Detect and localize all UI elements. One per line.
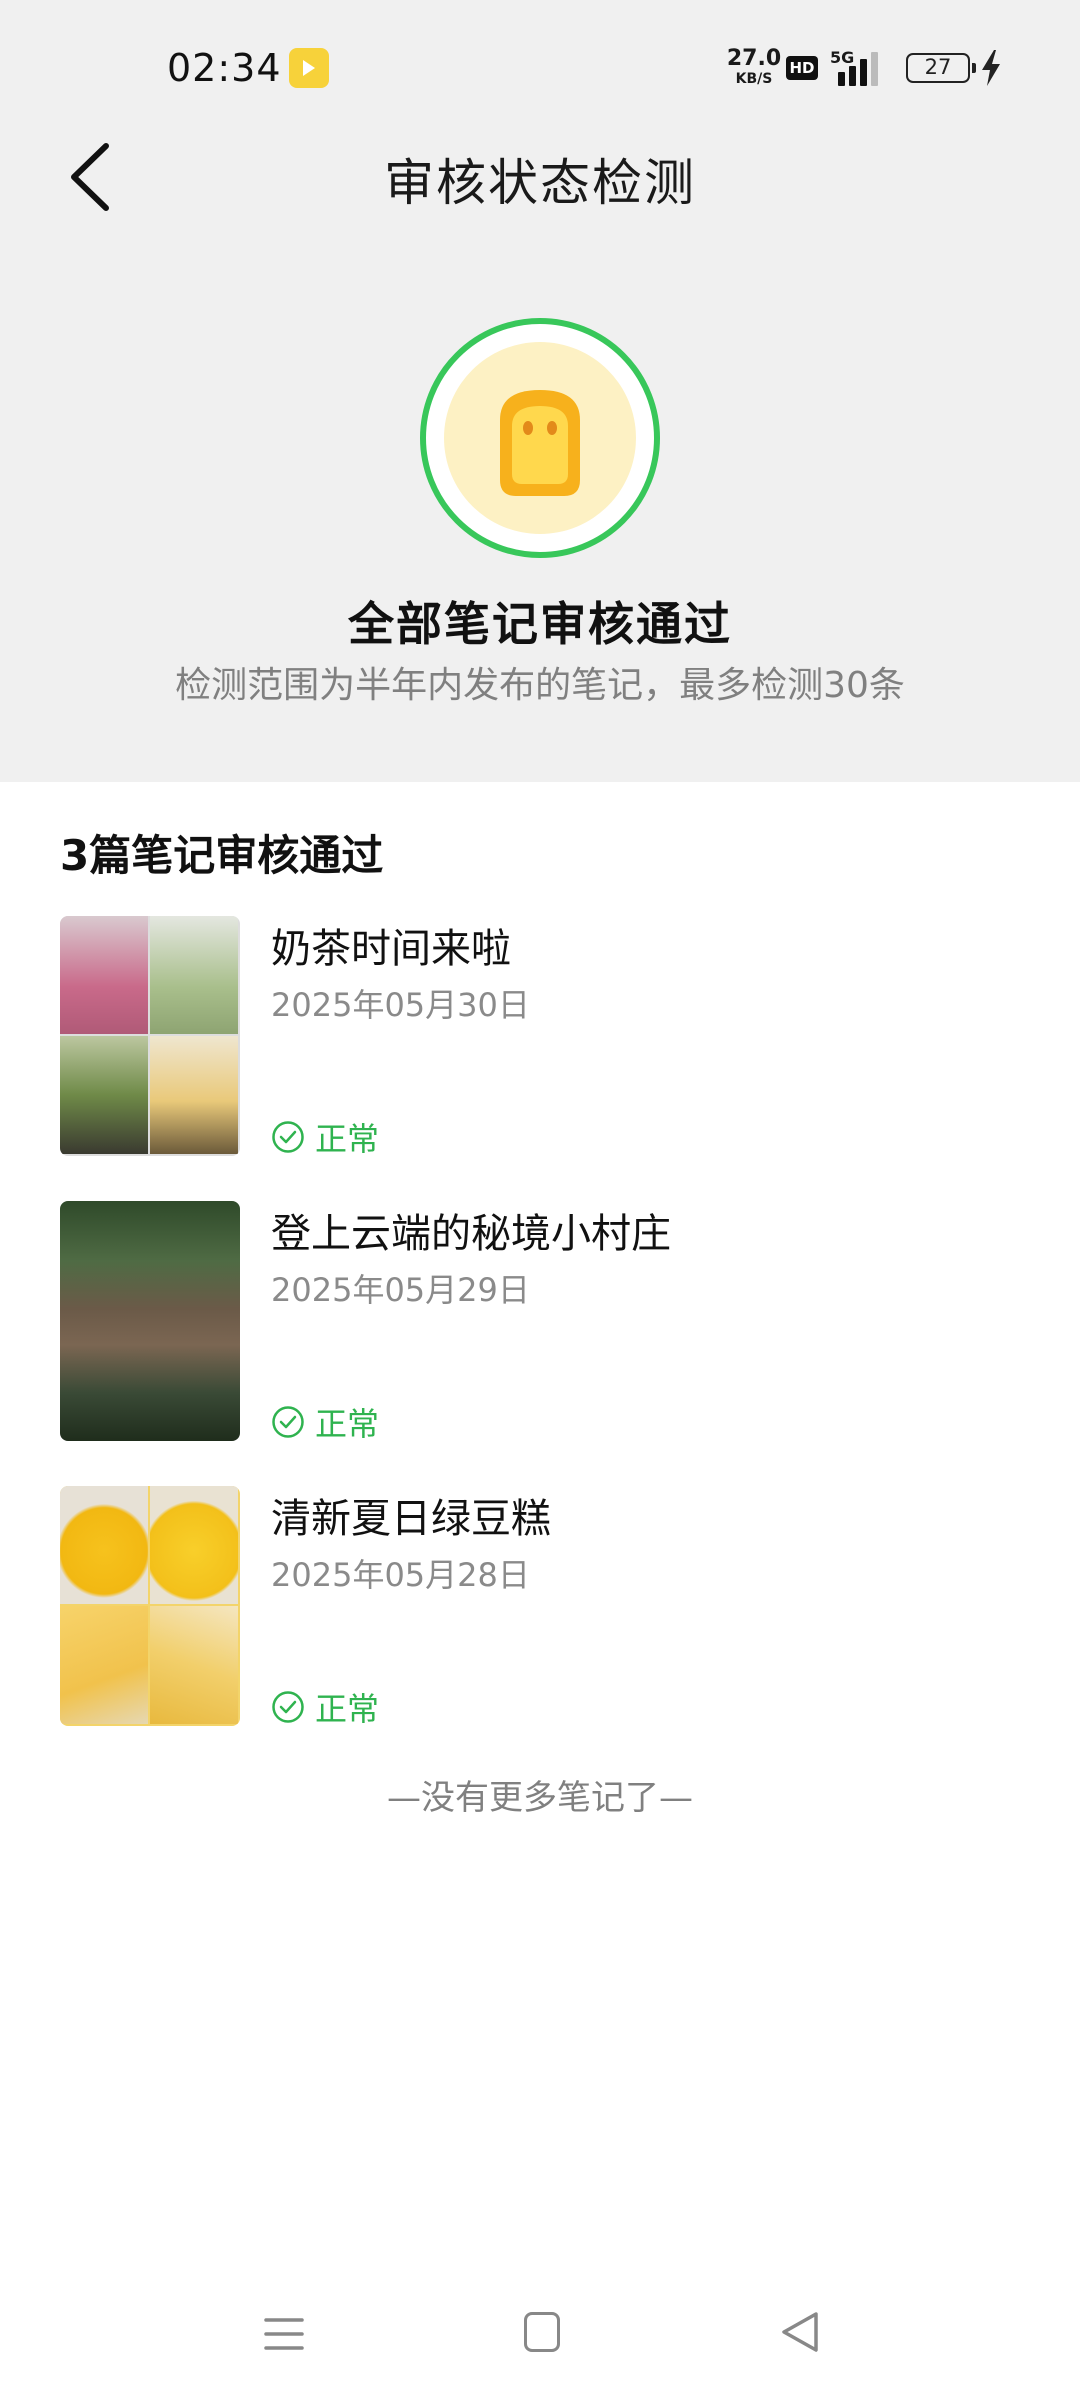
home-square-icon[interactable]: [524, 2312, 560, 2352]
system-nav-bar: [0, 2290, 1080, 2380]
network-speed: 27.0 KB/S: [724, 46, 784, 87]
hero-title: 全部笔记审核通过: [348, 597, 732, 651]
page-title: 审核状态检测: [384, 154, 696, 212]
note-status: 正常: [271, 1114, 379, 1160]
status-avatar-ring: [420, 318, 660, 558]
status-bar: 02:34 27.0 KB/S HD 5G 27: [0, 0, 1080, 130]
status-time: 02:34: [167, 46, 282, 90]
menu-icon[interactable]: [264, 2314, 304, 2354]
hero-subtitle: 检测范围为半年内发布的笔记，最多检测30条: [175, 665, 905, 706]
check-circle-icon: [272, 1691, 304, 1723]
back-triangle-icon[interactable]: [780, 2310, 820, 2354]
note-title: 奶茶时间来啦: [271, 926, 511, 972]
network-type: 5G: [830, 48, 855, 67]
battery-icon: 27: [906, 53, 976, 83]
network-speed-value: 27.0: [726, 46, 782, 71]
note-thumbnail-milk-tea: [60, 916, 240, 1156]
note-status-label: 正常: [315, 1405, 380, 1443]
list-end-text: —没有更多笔记了—: [387, 1778, 693, 1818]
toast-mascot-icon: [500, 390, 580, 496]
note-status: 正常: [271, 1399, 379, 1445]
hd-icon: HD: [786, 56, 818, 80]
note-date: 2025年05月30日: [271, 986, 530, 1024]
list-heading: 3篇笔记审核通过: [60, 831, 384, 880]
note-title: 清新夏日绿豆糕: [271, 1496, 551, 1542]
note-item[interactable]: 清新夏日绿豆糕 2025年05月28日 正常: [60, 1486, 1020, 1728]
note-thumbnail-mung-bean-cake: [60, 1486, 240, 1726]
signal-icon: 5G: [830, 48, 890, 86]
note-date: 2025年05月29日: [271, 1271, 530, 1309]
note-thumbnail-village: [60, 1201, 240, 1441]
note-status: 正常: [271, 1684, 379, 1730]
mascot-background: [444, 342, 636, 534]
check-circle-icon: [272, 1121, 304, 1153]
note-title: 登上云端的秘境小村庄: [271, 1211, 671, 1257]
app-notification-icon: [289, 48, 329, 88]
note-date: 2025年05月28日: [271, 1556, 530, 1594]
note-item[interactable]: 登上云端的秘境小村庄 2025年05月29日 正常: [60, 1201, 1020, 1443]
note-item[interactable]: 奶茶时间来啦 2025年05月30日 正常: [60, 916, 1020, 1158]
note-status-label: 正常: [315, 1690, 380, 1728]
note-status-label: 正常: [315, 1120, 380, 1158]
network-speed-unit: KB/S: [735, 71, 773, 87]
charging-icon: [982, 50, 1000, 86]
check-circle-icon: [272, 1406, 304, 1438]
battery-level: 27: [924, 55, 952, 79]
